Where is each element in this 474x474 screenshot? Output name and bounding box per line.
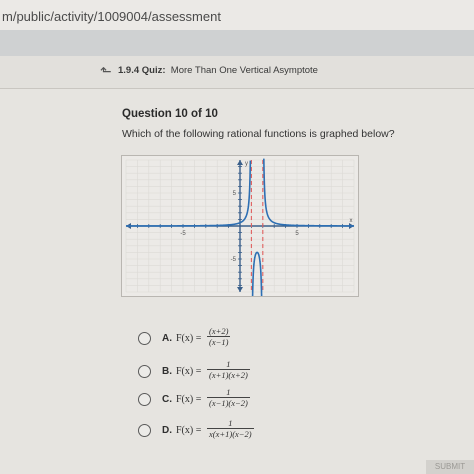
y-tick-label: -5 [231, 257, 237, 263]
choice-letter: C. [162, 394, 172, 405]
browser-address-bar[interactable]: m/public/activity/1009004/assessment [0, 0, 474, 31]
site-header-band [0, 30, 474, 56]
y-axis-arrow-down [237, 287, 243, 292]
choice-function-label: F(x) = [176, 394, 202, 405]
choice-a[interactable]: A. F(x) = (x+2) (x−1) [138, 326, 398, 350]
radio-button[interactable] [138, 365, 151, 378]
question-prompt: Which of the following rational function… [122, 128, 395, 140]
quiz-number: 1.9.4 Quiz: [118, 65, 166, 76]
url-text[interactable]: m/public/activity/1009004/assessment [2, 9, 221, 24]
choice-letter: D. [162, 425, 172, 436]
choice-fraction: 1 (x+1)(x+2) [207, 359, 250, 380]
choice-b[interactable]: B. F(x) = 1 (x+1)(x+2) [138, 359, 398, 383]
choice-letter: A. [162, 333, 172, 344]
x-axis-label: x [350, 218, 353, 224]
denominator: (x−1)(x−2) [207, 397, 250, 408]
x-tick-label: -5 [180, 231, 186, 237]
x-tick-label: 5 [295, 231, 299, 237]
numerator: 1 [226, 387, 231, 397]
numerator: 1 [226, 359, 231, 369]
denominator: x(x+1)(x−2) [207, 428, 254, 439]
back-arrow-icon[interactable]: ⬑ [100, 63, 112, 80]
numerator: (x+2) [209, 326, 229, 336]
denominator: (x−1) [207, 336, 231, 347]
choice-fraction: 1 (x−1)(x−2) [207, 387, 250, 408]
curve-right-branch [263, 158, 354, 227]
quiz-header: ⬑ 1.9.4 Quiz: More Than One Vertical Asy… [0, 56, 474, 89]
radio-button[interactable] [138, 393, 151, 406]
y-axis-arrow-up [237, 160, 243, 165]
question-heading: Question 10 of 10 [122, 108, 218, 120]
choice-function-label: F(x) = [176, 333, 202, 344]
denominator: (x+1)(x+2) [207, 369, 250, 380]
y-tick-label: 5 [233, 191, 237, 197]
numerator: 1 [228, 418, 233, 428]
graph-svg: -5 5 5 -5 x y [125, 158, 355, 296]
choice-d[interactable]: D. F(x) = 1 x(x+1)(x−2) [138, 418, 398, 442]
choice-function-label: F(x) = [176, 366, 202, 377]
submit-button[interactable]: SUBMIT [426, 460, 474, 474]
choice-function-label: F(x) = [176, 425, 202, 436]
choice-letter: B. [162, 366, 172, 377]
function-graph: -5 5 5 -5 x y [121, 155, 359, 297]
radio-button[interactable] [138, 424, 151, 437]
choice-c[interactable]: C. F(x) = 1 (x−1)(x−2) [138, 387, 398, 411]
y-axis-label: y [245, 161, 248, 167]
radio-button[interactable] [138, 332, 151, 345]
quiz-title: 1.9.4 Quiz: More Than One Vertical Asymp… [118, 65, 318, 76]
choice-fraction: (x+2) (x−1) [207, 326, 231, 347]
quiz-name: More Than One Vertical Asymptote [170, 65, 318, 76]
choice-fraction: 1 x(x+1)(x−2) [207, 418, 254, 439]
